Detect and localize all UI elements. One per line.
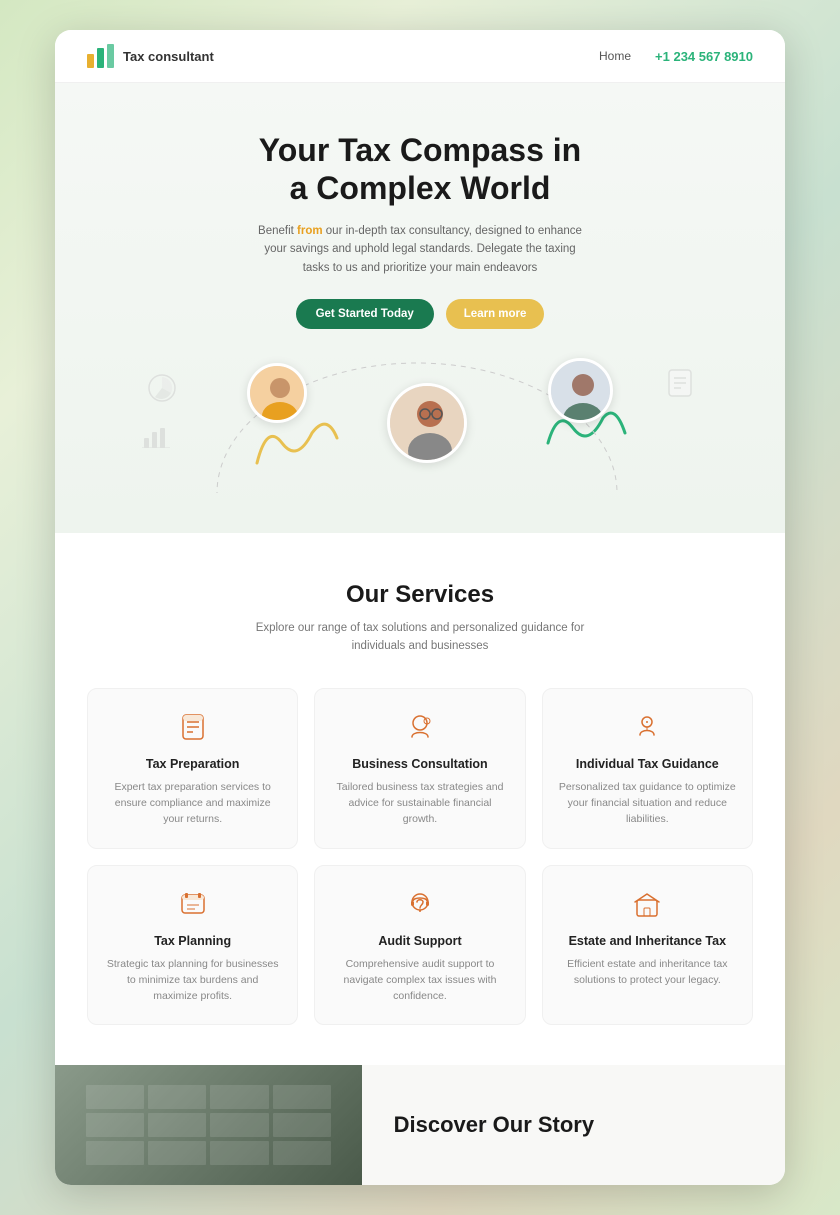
navbar: Tax consultant Home +1 234 567 8910 xyxy=(55,30,785,83)
service-card-estate-tax: Estate and Inheritance Tax Efficient est… xyxy=(542,865,753,1026)
window-pane xyxy=(210,1141,268,1165)
get-started-button[interactable]: Get Started Today xyxy=(296,299,434,329)
audit-support-title: Audit Support xyxy=(331,934,508,948)
deco-chart-icon xyxy=(147,373,177,410)
window-pane xyxy=(273,1113,331,1137)
window-pane xyxy=(148,1085,206,1109)
avatar-2 xyxy=(387,383,467,463)
service-card-tax-planning: Tax Planning Strategic tax planning for … xyxy=(87,865,298,1026)
tax-preparation-desc: Expert tax preparation services to ensur… xyxy=(104,779,281,828)
tax-preparation-title: Tax Preparation xyxy=(104,757,281,771)
logo: Tax consultant xyxy=(87,44,214,68)
hero-section: Your Tax Compass in a Complex World Bene… xyxy=(55,83,785,533)
individual-tax-desc: Personalized tax guidance to optimize yo… xyxy=(559,779,736,828)
deco-doc-icon xyxy=(667,368,693,405)
audit-support-icon xyxy=(331,890,508,924)
hero-heading: Your Tax Compass in a Complex World xyxy=(87,131,753,208)
window-pane xyxy=(148,1113,206,1137)
discover-heading: Discover Our Story xyxy=(394,1112,753,1138)
window-pane xyxy=(210,1085,268,1109)
services-section: Our Services Explore our range of tax so… xyxy=(55,533,785,1065)
estate-tax-title: Estate and Inheritance Tax xyxy=(559,934,736,948)
hero-subtitle: Benefit from our in-depth tax consultanc… xyxy=(250,222,590,277)
window-grid xyxy=(86,1085,331,1165)
hero-buttons: Get Started Today Learn more xyxy=(87,299,753,329)
logo-icon xyxy=(87,44,115,68)
services-heading: Our Services xyxy=(87,581,753,609)
browser-frame: Tax consultant Home +1 234 567 8910 Your… xyxy=(55,30,785,1185)
service-card-individual-tax: Individual Tax Guidance Personalized tax… xyxy=(542,688,753,849)
avatar-3 xyxy=(548,358,613,423)
service-card-business-consultation: Business Consultation Tailored business … xyxy=(314,688,525,849)
business-consultation-desc: Tailored business tax strategies and adv… xyxy=(331,779,508,828)
services-grid: Tax Preparation Expert tax preparation s… xyxy=(87,688,753,1026)
tax-planning-icon xyxy=(104,890,281,924)
business-consultation-icon xyxy=(331,713,508,747)
service-card-tax-preparation: Tax Preparation Expert tax preparation s… xyxy=(87,688,298,849)
nav-home-link[interactable]: Home xyxy=(599,49,631,63)
estate-tax-desc: Efficient estate and inheritance tax sol… xyxy=(559,956,736,989)
individual-tax-title: Individual Tax Guidance xyxy=(559,757,736,771)
deco-bar-icon xyxy=(142,423,170,455)
discover-content: Discover Our Story xyxy=(362,1065,785,1185)
service-card-audit-support: Audit Support Comprehensive audit suppor… xyxy=(314,865,525,1026)
nav-right: Home +1 234 567 8910 xyxy=(599,49,753,64)
discover-section: Discover Our Story xyxy=(55,1065,785,1185)
window-pane xyxy=(273,1085,331,1109)
individual-tax-icon xyxy=(559,713,736,747)
window-pane xyxy=(148,1141,206,1165)
window-pane xyxy=(86,1141,144,1165)
hero-visuals xyxy=(87,353,753,493)
estate-tax-icon xyxy=(559,890,736,924)
discover-image-inner xyxy=(55,1065,362,1185)
nav-phone: +1 234 567 8910 xyxy=(655,49,753,64)
learn-more-button[interactable]: Learn more xyxy=(446,299,545,329)
services-subtitle: Explore our range of tax solutions and p… xyxy=(240,619,600,656)
discover-image xyxy=(55,1065,362,1185)
business-consultation-title: Business Consultation xyxy=(331,757,508,771)
window-pane xyxy=(210,1113,268,1137)
tax-planning-title: Tax Planning xyxy=(104,934,281,948)
window-pane xyxy=(273,1141,331,1165)
tax-preparation-icon xyxy=(104,713,281,747)
window-pane xyxy=(86,1085,144,1109)
window-pane xyxy=(86,1113,144,1137)
logo-text: Tax consultant xyxy=(123,49,214,64)
avatar-1 xyxy=(247,363,307,423)
